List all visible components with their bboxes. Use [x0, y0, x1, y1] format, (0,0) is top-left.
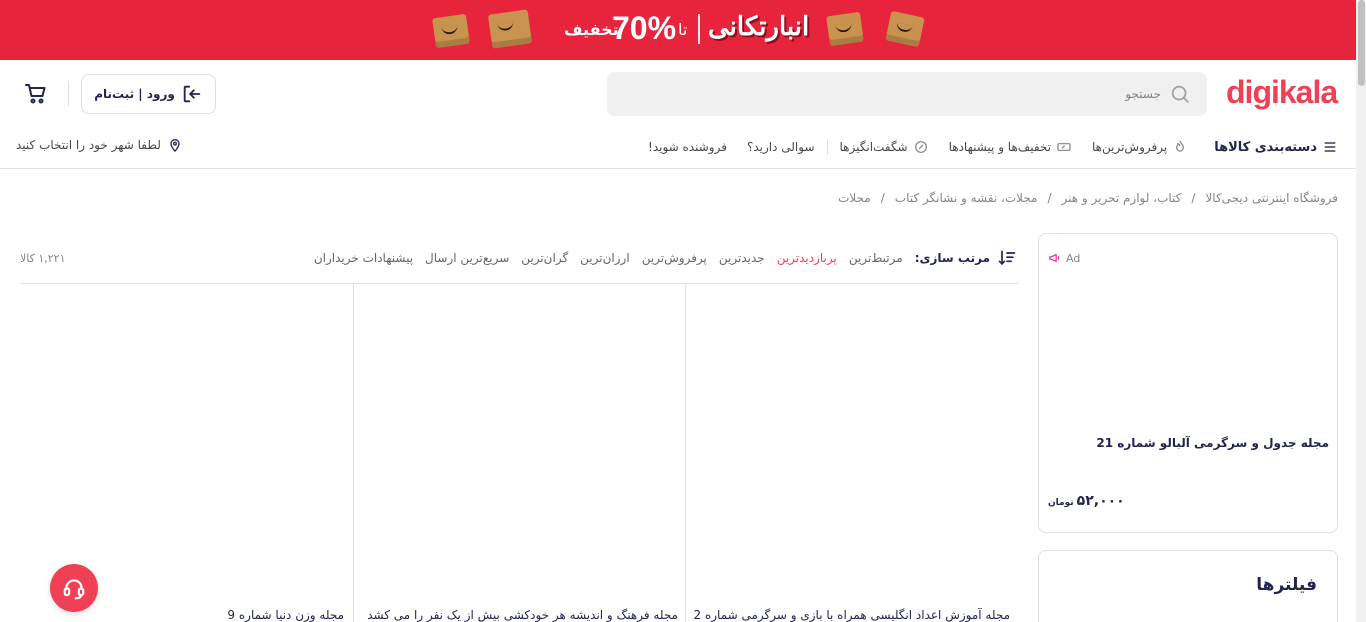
product-grid-divider [685, 284, 686, 622]
nav-faq-label: سوالی دارید؟ [746, 140, 815, 154]
breadcrumb: فروشگاه اینترنتی دیجی‌کالا / کتاب، لوازم… [838, 191, 1338, 205]
headset-icon [63, 579, 85, 600]
nav-amazing-offers-label: شگفت‌انگیزها [839, 140, 908, 154]
sort-icon [998, 250, 1016, 266]
box-illustration [885, 10, 925, 48]
breadcrumb-item[interactable]: فروشگاه اینترنتی دیجی‌کالا [1205, 191, 1338, 205]
nav-become-seller-label: فروشنده شوید! [648, 140, 727, 154]
promo-divider [698, 14, 700, 44]
currency-label: تومان [1048, 498, 1074, 508]
cart-icon[interactable] [24, 82, 48, 106]
discount-ticket-icon [1057, 143, 1071, 151]
breadcrumb-item[interactable]: مجلات، نقشه و نشانگر کتاب [895, 191, 1038, 205]
menu-icon [1324, 142, 1336, 152]
product-card-title[interactable]: مجله فرهنگ و اندیشه هر خودکشی بیش از یک … [362, 608, 678, 622]
filters-title: فیلترها [1256, 575, 1317, 595]
sort-option[interactable]: سریع‌ترین ارسال [425, 251, 509, 265]
login-label: ورود | ثبت‌نام [94, 87, 175, 101]
breadcrumb-item[interactable]: مجلات [838, 191, 871, 205]
nav-categories[interactable]: دسته‌بندی کالاها [1214, 139, 1338, 155]
ad-badge-label: Ad [1066, 251, 1081, 265]
digikala-logo[interactable]: digikala [1226, 74, 1338, 111]
filters-panel: فیلترها [1038, 550, 1338, 622]
header-divider [68, 82, 69, 106]
promo-banner[interactable]: تخفیف 70% تا انبارتکانی [0, 0, 1366, 60]
nav-amazing-offers[interactable]: شگفت‌انگیزها [840, 139, 929, 155]
nav-become-seller[interactable]: فروشنده شوید! [648, 140, 727, 154]
nav-discounts[interactable]: تخفیف‌ها و پیشنهادها [949, 139, 1072, 155]
main-nav: دسته‌بندی کالاها پرفروش‌ترین‌ها تخفیف‌ها… [628, 136, 1338, 158]
ad-product-price: ۵۲,۰۰۰ تومان [1048, 493, 1125, 509]
sort-option[interactable]: پیشنهادات خریداران [314, 251, 413, 265]
login-button[interactable]: ورود | ثبت‌نام [81, 74, 216, 114]
breadcrumb-separator: / [1047, 191, 1052, 205]
box-illustration [487, 9, 533, 49]
nav-divider [826, 139, 828, 155]
sort-option[interactable]: پرفروش‌ترین [642, 251, 707, 265]
ad-product-card[interactable]: Ad مجله جدول و سرگرمی آلبالو شماره 21 ۵۲… [1038, 233, 1338, 533]
promo-brand-logo: انبارتکانی [708, 12, 810, 42]
nav-faq[interactable]: سوالی دارید؟ [747, 140, 815, 154]
product-count: ۱,۲۲۱ کالا [20, 251, 66, 265]
sort-option[interactable]: ارزان‌ترین [580, 251, 630, 265]
sort-label: مرتب سازی: [914, 251, 990, 265]
scrollbar-thumb[interactable] [1358, 0, 1365, 86]
nav-categories-label: دسته‌بندی کالاها [1214, 139, 1317, 155]
sort-option[interactable]: مرتبط‌ترین [849, 251, 903, 265]
city-selector[interactable]: لطفا شهر خود را انتخاب کنید [16, 137, 183, 153]
sort-option[interactable]: گران‌ترین [521, 251, 568, 265]
megaphone-icon [1049, 253, 1060, 263]
breadcrumb-item[interactable]: کتاب، لوازم تحریر و هنر [1062, 191, 1182, 205]
sort-bar: مرتب سازی: مرتبط‌ترین پربازدیدترین جدیدت… [20, 248, 1018, 268]
box-illustration [432, 13, 470, 49]
login-icon [183, 85, 201, 103]
promo-percent: 70% [612, 10, 677, 46]
nav-discounts-label: تخفیف‌ها و پیشنهادها [948, 140, 1051, 154]
sort-option-active[interactable]: پربازدیدترین [777, 251, 837, 265]
promo-off-text: تخفیف [564, 20, 619, 39]
product-grid-divider [353, 284, 354, 622]
search-bar[interactable] [607, 72, 1207, 116]
header-separator [0, 168, 1356, 169]
promo-upto-text: تا [678, 20, 688, 39]
fire-icon [1176, 140, 1185, 152]
breadcrumb-separator: / [1191, 191, 1196, 205]
scrollbar-track[interactable] [1356, 0, 1366, 622]
breadcrumb-separator: / [880, 191, 885, 205]
percent-badge-icon [914, 141, 927, 153]
ad-product-title: مجله جدول و سرگرمی آلبالو شماره 21 [1096, 436, 1329, 450]
product-card-title[interactable]: مجله آموزش اعداد انگلیسی همراه با بازی و… [694, 608, 1010, 622]
support-button[interactable] [50, 564, 98, 612]
search-input[interactable] [621, 87, 1161, 101]
search-icon [1171, 85, 1189, 103]
location-pin-icon [170, 139, 180, 152]
city-label: لطفا شهر خود را انتخاب کنید [16, 138, 161, 152]
sort-option[interactable]: جدیدترین [719, 251, 765, 265]
box-illustration [826, 11, 864, 47]
nav-bestsellers-label: پرفروش‌ترین‌ها [1092, 140, 1168, 154]
sort-separator [20, 283, 1018, 284]
ad-badge: Ad [1048, 251, 1080, 265]
price-value: ۵۲,۰۰۰ [1076, 493, 1125, 509]
nav-bestsellers[interactable]: پرفروش‌ترین‌ها [1092, 139, 1188, 155]
